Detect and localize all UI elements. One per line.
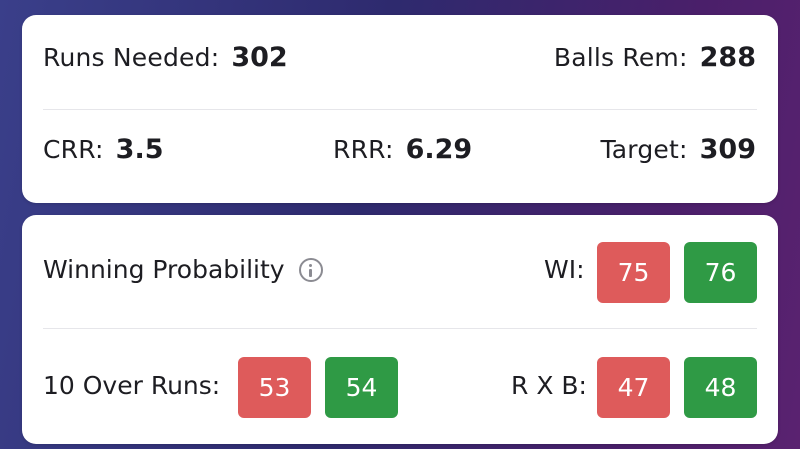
balls-remaining-stat: Balls Rem: 288 bbox=[554, 42, 756, 73]
team-label: WI: bbox=[544, 255, 585, 284]
runs-needed-label: Runs Needed: bbox=[43, 43, 220, 72]
odds-card: Winning Probability WI: 75 76 10 Over Ru… bbox=[22, 215, 778, 444]
rxb-label: R X B: bbox=[511, 371, 587, 400]
crr-stat: CRR: 3.5 bbox=[43, 134, 164, 165]
rxb-back-button[interactable]: 47 bbox=[597, 357, 670, 418]
odds-divider bbox=[43, 328, 757, 329]
ten-over-runs-label: 10 Over Runs: bbox=[43, 371, 221, 400]
rxb-lay-button[interactable]: 48 bbox=[684, 357, 757, 418]
ten-over-runs-back-button[interactable]: 53 bbox=[238, 357, 311, 418]
runs-needed-stat: Runs Needed: 302 bbox=[43, 42, 288, 73]
rrr-stat: RRR: 6.29 bbox=[333, 134, 472, 165]
rrr-label: RRR: bbox=[333, 135, 394, 164]
ten-over-runs-lay-button[interactable]: 54 bbox=[325, 357, 398, 418]
match-stats-card: Runs Needed: 302 Balls Rem: 288 CRR: 3.5… bbox=[22, 15, 778, 203]
balls-remaining-value: 288 bbox=[699, 42, 756, 73]
winning-probability-row-label: Winning Probability bbox=[43, 255, 323, 284]
winning-probability-back-button[interactable]: 75 bbox=[597, 242, 670, 303]
target-stat: Target: 309 bbox=[600, 134, 756, 165]
stats-divider bbox=[43, 109, 757, 110]
crr-label: CRR: bbox=[43, 135, 104, 164]
balls-remaining-label: Balls Rem: bbox=[553, 43, 688, 72]
winning-probability-label: Winning Probability bbox=[43, 255, 285, 284]
target-value: 309 bbox=[699, 134, 756, 165]
rrr-value: 6.29 bbox=[405, 134, 473, 165]
crr-value: 3.5 bbox=[115, 134, 164, 165]
info-icon[interactable] bbox=[298, 257, 323, 282]
runs-needed-value: 302 bbox=[231, 42, 288, 73]
target-label: Target: bbox=[600, 135, 688, 164]
winning-probability-lay-button[interactable]: 76 bbox=[684, 242, 757, 303]
